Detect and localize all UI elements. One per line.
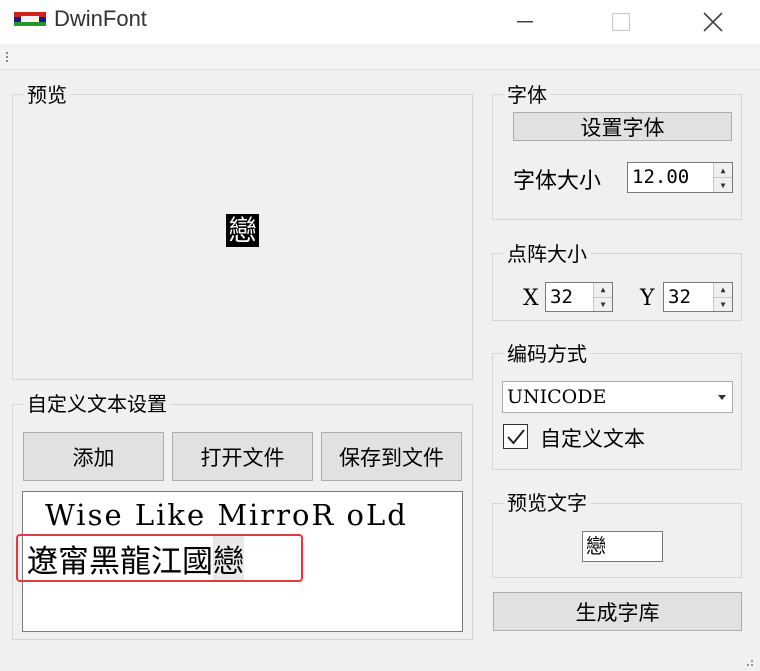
matrix-y-value: 32 [668, 286, 691, 308]
preview-group-label: 预览 [23, 84, 71, 106]
strip-grip[interactable] [6, 52, 8, 64]
minimize-button[interactable] [496, 0, 554, 44]
checkmark-icon [506, 428, 525, 445]
encoding-select[interactable]: UNICODE [502, 381, 733, 413]
preview-glyph: 戀 [226, 214, 259, 247]
close-icon [703, 12, 723, 32]
preview-text-group-label: 预览文字 [503, 492, 591, 514]
custom-text-checkbox[interactable] [503, 424, 528, 449]
preview-text-input[interactable]: 戀 [582, 531, 663, 562]
save-to-file-button[interactable]: 保存到文件 [321, 432, 462, 481]
spin-up-icon[interactable]: ▲ [714, 283, 732, 297]
matrix-size-group-label: 点阵大小 [503, 243, 591, 265]
spin-up-icon[interactable]: ▲ [714, 163, 732, 177]
spin-down-icon[interactable]: ▼ [594, 296, 612, 311]
font-size-value: 12.00 [632, 166, 690, 188]
add-button[interactable]: 添加 [23, 432, 164, 481]
spin-up-icon[interactable]: ▲ [594, 283, 612, 297]
custom-text-group-label: 自定义文本设置 [23, 393, 171, 415]
encoding-group-label: 编码方式 [503, 343, 591, 365]
maximize-button[interactable] [592, 0, 650, 44]
minimize-icon [517, 21, 533, 23]
spin-down-icon[interactable]: ▼ [714, 177, 732, 192]
font-size-spin-buttons[interactable]: ▲ ▼ [713, 163, 732, 192]
custom-text-checkbox-label[interactable]: 自定义文本 [540, 423, 645, 453]
matrix-y-label: Y [640, 286, 655, 311]
matrix-x-value: 32 [550, 286, 573, 308]
custom-text-line-1: Wise Like MirroR oLd [45, 498, 408, 532]
matrix-y-spinner[interactable]: 32 ▲ ▼ [663, 282, 733, 312]
matrix-x-spin-buttons[interactable]: ▲ ▼ [593, 283, 612, 311]
matrix-x-label: X [523, 286, 539, 311]
set-font-button[interactable]: 设置字体 [513, 112, 732, 141]
matrix-x-spinner[interactable]: 32 ▲ ▼ [545, 282, 613, 312]
matrix-y-spin-buttons[interactable]: ▲ ▼ [713, 283, 732, 311]
generate-font-library-button[interactable]: 生成字库 [493, 592, 742, 631]
font-size-label: 字体大小 [513, 169, 602, 194]
maximize-icon [612, 13, 630, 31]
font-group-label: 字体 [503, 84, 551, 106]
window-title: DwinFont [54, 6, 147, 31]
red-highlight-box [16, 534, 303, 582]
encoding-selected-value: UNICODE [507, 386, 607, 408]
open-file-button[interactable]: 打开文件 [172, 432, 313, 481]
close-button[interactable] [684, 0, 742, 44]
resize-grip[interactable] [742, 652, 754, 666]
tool-strip [0, 44, 760, 70]
spin-down-icon[interactable]: ▼ [714, 296, 732, 311]
app-logo-icon [14, 12, 46, 26]
chevron-down-icon[interactable] [712, 382, 732, 412]
font-size-spinner[interactable]: 12.00 ▲ ▼ [627, 162, 733, 193]
